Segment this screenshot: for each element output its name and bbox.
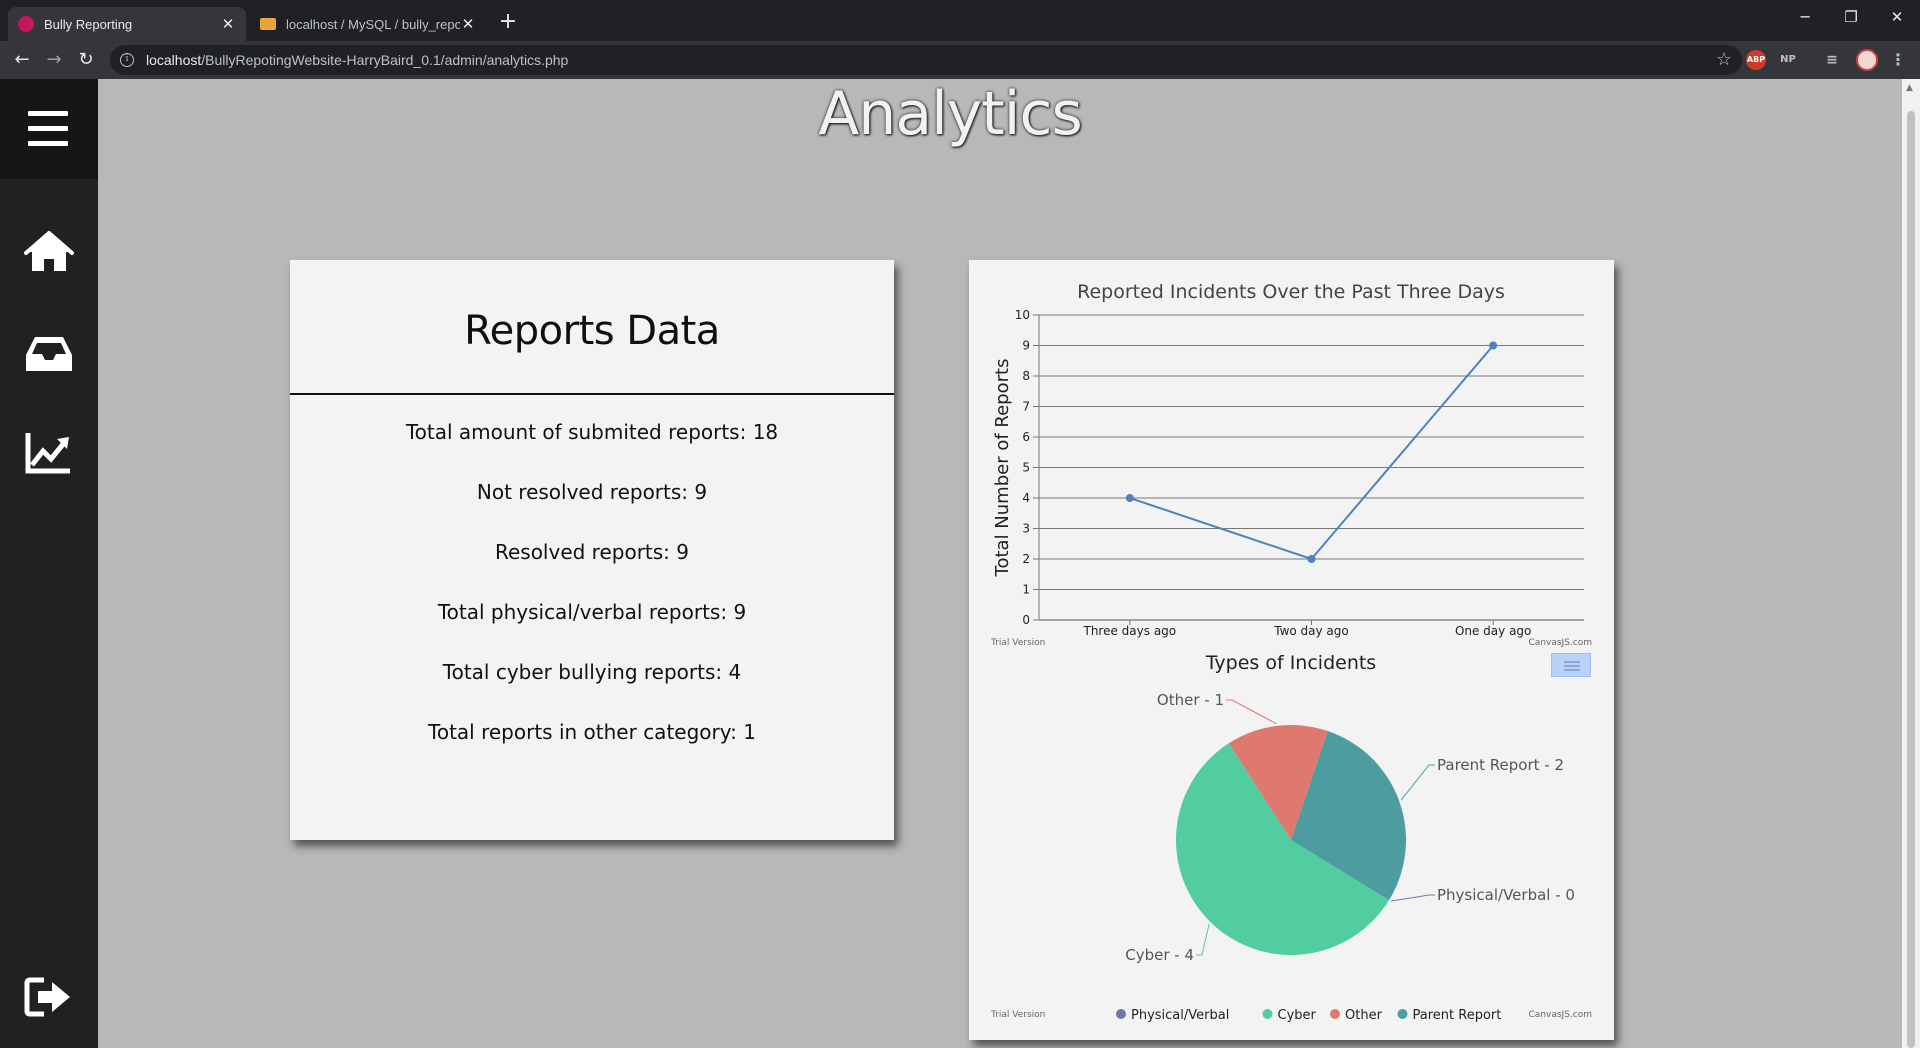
pie-label-connector — [1196, 923, 1210, 956]
y-tick-label: 6 — [1022, 430, 1030, 444]
line-data-point — [1489, 341, 1498, 350]
page-title: Analytics — [818, 79, 1082, 149]
menu-toggle[interactable] — [0, 79, 98, 179]
stat-physical-verbal: Total physical/verbal reports: 9 — [437, 600, 747, 624]
trial-version-watermark: Trial Version — [990, 1010, 1045, 1020]
charts-card: Reported Incidents Over the Past Three D… — [969, 260, 1614, 1040]
y-tick-label: 10 — [1015, 308, 1030, 322]
tab-title: localhost / MySQL / bully_reporti — [286, 16, 460, 32]
browser-menu-icon[interactable]: ⋮ — [1890, 50, 1906, 70]
browser-tab-phpmyadmin[interactable]: localhost / MySQL / bully_reporti ✕ — [250, 7, 486, 41]
address-url[interactable]: localhost/BullyRepotingWebsite-HarryBair… — [146, 52, 568, 68]
close-window-button[interactable]: ✕ — [1874, 8, 1920, 34]
bookmark-star-icon[interactable]: ☆ — [1716, 49, 1732, 70]
y-tick-label: 7 — [1022, 400, 1030, 414]
line-data-point — [1125, 494, 1134, 502]
line-data-point — [1307, 555, 1316, 563]
new-tab-button[interactable]: + — [496, 11, 520, 35]
hamburger-menu-icon[interactable] — [28, 111, 68, 147]
y-axis-title: Total Number of Reports — [992, 359, 1013, 578]
pie-index-label: Parent Report - 2 — [1437, 756, 1564, 774]
phpmyadmin-favicon-icon — [260, 18, 276, 30]
legend-marker — [1330, 1009, 1340, 1019]
y-tick-label: 4 — [1022, 491, 1030, 505]
stat-cyber-bullying: Total cyber bullying reports: 4 — [442, 660, 742, 684]
canvasjs-watermark: CanvasJS.com — [1529, 638, 1592, 648]
y-tick-label: 1 — [1022, 583, 1030, 597]
site-info-icon[interactable]: i — [120, 53, 134, 67]
canvasjs-watermark: CanvasJS.com — [1529, 1010, 1592, 1020]
pie-label-connector — [1400, 764, 1435, 801]
stat-total-submitted: Total amount of submited reports: 18 — [405, 420, 779, 444]
pie-chart-title: Types of Incidents — [1205, 652, 1376, 674]
forward-button[interactable]: → — [40, 47, 68, 73]
url-path: /BullyRepotingWebsite-HarryBaird_0.1/adm… — [201, 52, 569, 68]
y-tick-label: 3 — [1022, 522, 1030, 536]
legend-entry: Parent Report — [1413, 1008, 1502, 1023]
home-icon[interactable] — [24, 229, 74, 275]
close-tab-icon[interactable]: ✕ — [220, 15, 236, 33]
reports-data-card: Reports Data Total amount of submited re… — [290, 260, 894, 840]
reports-stats-list: Total amount of submited reports: 18 Not… — [290, 420, 894, 780]
logout-icon[interactable] — [24, 974, 74, 1020]
x-tick-label: Two day ago — [1273, 624, 1349, 638]
profile-avatar[interactable] — [1856, 49, 1878, 71]
y-tick-label: 0 — [1022, 613, 1030, 627]
restore-window-button[interactable]: ❐ — [1828, 8, 1874, 34]
browser-tab-bully-reporting[interactable]: Bully Reporting ✕ — [8, 7, 246, 41]
analytics-chart-icon[interactable] — [24, 429, 74, 475]
legend-entry: Physical/Verbal — [1131, 1008, 1229, 1023]
pie-index-label: Cyber - 4 — [1125, 946, 1194, 964]
legend-marker — [1116, 1009, 1126, 1019]
browser-toolbar: ← → ↻ i localhost/BullyRepotingWebsite-H… — [0, 41, 1920, 79]
legend-entry: Other — [1345, 1008, 1383, 1023]
bully-reporting-favicon-icon — [18, 16, 34, 32]
address-bar[interactable]: i localhost/BullyRepotingWebsite-HarryBa… — [110, 45, 1742, 75]
adblock-extension-icon[interactable]: ABP — [1746, 50, 1766, 70]
np-extension-icon[interactable]: NP — [1776, 50, 1800, 70]
url-host: localhost — [146, 52, 202, 68]
inbox-icon[interactable] — [24, 331, 74, 377]
y-tick-label: 5 — [1022, 461, 1030, 475]
legend-entry: Cyber — [1278, 1008, 1317, 1023]
x-tick-label: Three days ago — [1083, 624, 1177, 638]
pie-index-label: Physical/Verbal - 0 — [1437, 886, 1575, 904]
minimize-window-button[interactable]: ─ — [1782, 8, 1828, 34]
scroll-up-icon[interactable]: ▲ — [1906, 83, 1913, 93]
trial-version-watermark: Trial Version — [990, 638, 1045, 648]
y-tick-label: 2 — [1022, 552, 1030, 566]
line-chart-title: Reported Incidents Over the Past Three D… — [1077, 281, 1505, 303]
legend-marker — [1397, 1009, 1408, 1019]
y-tick-label: 8 — [1022, 369, 1030, 383]
back-button[interactable]: ← — [8, 47, 36, 73]
stat-other-category: Total reports in other category: 1 — [428, 720, 756, 744]
y-tick-label: 9 — [1022, 339, 1030, 353]
close-tab-icon[interactable]: ✕ — [460, 15, 476, 33]
scrollbar-thumb[interactable] — [1907, 111, 1915, 1048]
browser-tab-strip: Bully Reporting ✕ localhost / MySQL / bu… — [0, 0, 1920, 41]
pie-index-label: Other - 1 — [1157, 691, 1224, 709]
tab-title: Bully Reporting — [44, 16, 133, 32]
side-navigation — [0, 79, 98, 1048]
line-series-reports — [1129, 344, 1494, 561]
pie-label-connector — [1390, 894, 1435, 902]
pie-label-connector — [1226, 699, 1277, 725]
page-scrollbar[interactable]: ▲ — [1902, 79, 1920, 1048]
charts-canvas: Reported Incidents Over the Past Three D… — [990, 281, 1592, 1023]
page-viewport: Analytics Reports Data Total amount of s… — [0, 79, 1920, 1048]
stat-resolved: Resolved reports: 9 — [494, 540, 690, 564]
reports-data-heading: Reports Data — [464, 308, 720, 354]
x-tick-label: One day ago — [1455, 624, 1531, 638]
media-controls-icon[interactable]: ≡ — [1822, 50, 1842, 70]
reload-button[interactable]: ↻ — [72, 47, 100, 73]
legend-marker — [1262, 1009, 1273, 1019]
chart-menu-button[interactable] — [1551, 653, 1591, 677]
stat-not-resolved: Not resolved reports: 9 — [476, 480, 708, 504]
divider — [290, 393, 894, 395]
